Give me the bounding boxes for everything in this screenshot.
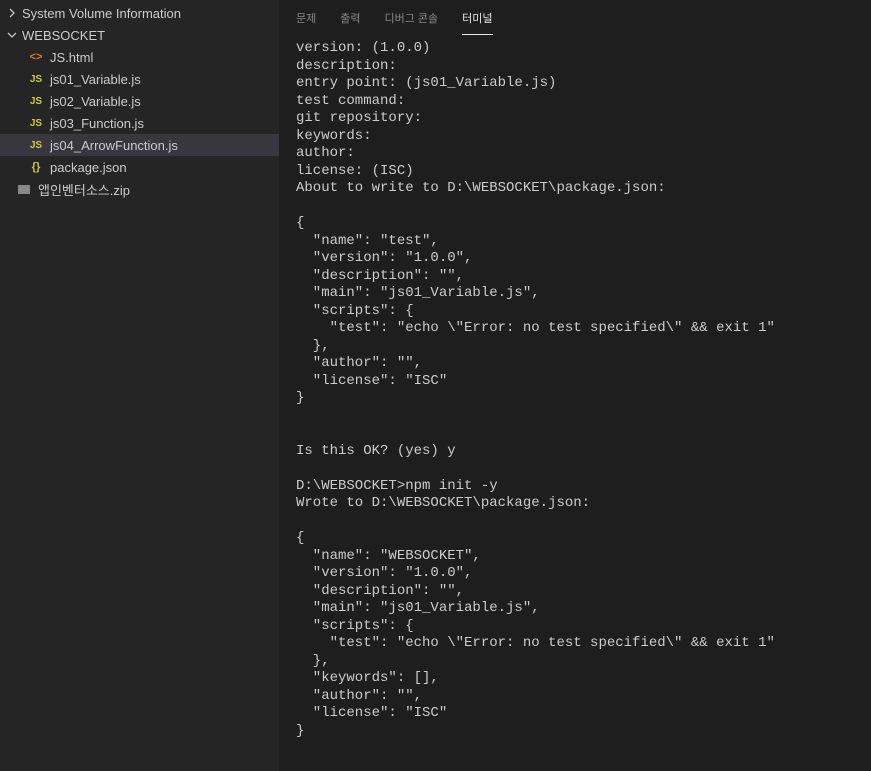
chevron-down-icon <box>4 27 20 43</box>
zip-icon <box>16 181 32 197</box>
html-icon: <> <box>28 49 44 65</box>
file-label: 앱인벤터소스.zip <box>38 180 130 199</box>
file-item[interactable]: {} package.json <box>0 156 279 178</box>
folder-system-volume-information[interactable]: System Volume Information <box>0 2 279 24</box>
tab-debug-console[interactable]: 디버그 콘솔 <box>385 6 439 35</box>
file-explorer-sidebar[interactable]: System Volume Information WEBSOCKET <> JS… <box>0 0 280 771</box>
js-icon: JS <box>28 137 44 153</box>
file-item[interactable]: JS js01_Variable.js <box>0 68 279 90</box>
file-label: JS.html <box>50 50 93 65</box>
file-item[interactable]: <> JS.html <box>0 46 279 68</box>
terminal-output[interactable]: version: (1.0.0) description: entry poin… <box>280 32 871 771</box>
tab-output[interactable]: 출력 <box>340 6 360 35</box>
file-zip[interactable]: 앱인벤터소스.zip <box>0 178 279 200</box>
file-label: js02_Variable.js <box>50 94 141 109</box>
tab-terminal[interactable]: 터미널 <box>462 6 492 35</box>
folder-label: System Volume Information <box>22 6 181 21</box>
folder-label: WEBSOCKET <box>22 28 105 43</box>
file-item[interactable]: JS js02_Variable.js <box>0 90 279 112</box>
tab-problems[interactable]: 문제 <box>296 6 316 35</box>
main-panel: 문제 출력 디버그 콘솔 터미널 version: (1.0.0) descri… <box>280 0 871 771</box>
folder-websocket[interactable]: WEBSOCKET <box>0 24 279 46</box>
file-label: package.json <box>50 160 127 175</box>
chevron-right-icon <box>4 5 20 21</box>
file-item[interactable]: JS js03_Function.js <box>0 112 279 134</box>
js-icon: JS <box>28 115 44 131</box>
file-label: js01_Variable.js <box>50 72 141 87</box>
json-icon: {} <box>28 159 44 175</box>
js-icon: JS <box>28 71 44 87</box>
file-label: js04_ArrowFunction.js <box>50 138 178 153</box>
file-item[interactable]: JS js04_ArrowFunction.js <box>0 134 279 156</box>
panel-tabs: 문제 출력 디버그 콘솔 터미널 <box>280 0 871 32</box>
file-label: js03_Function.js <box>50 116 144 131</box>
js-icon: JS <box>28 93 44 109</box>
